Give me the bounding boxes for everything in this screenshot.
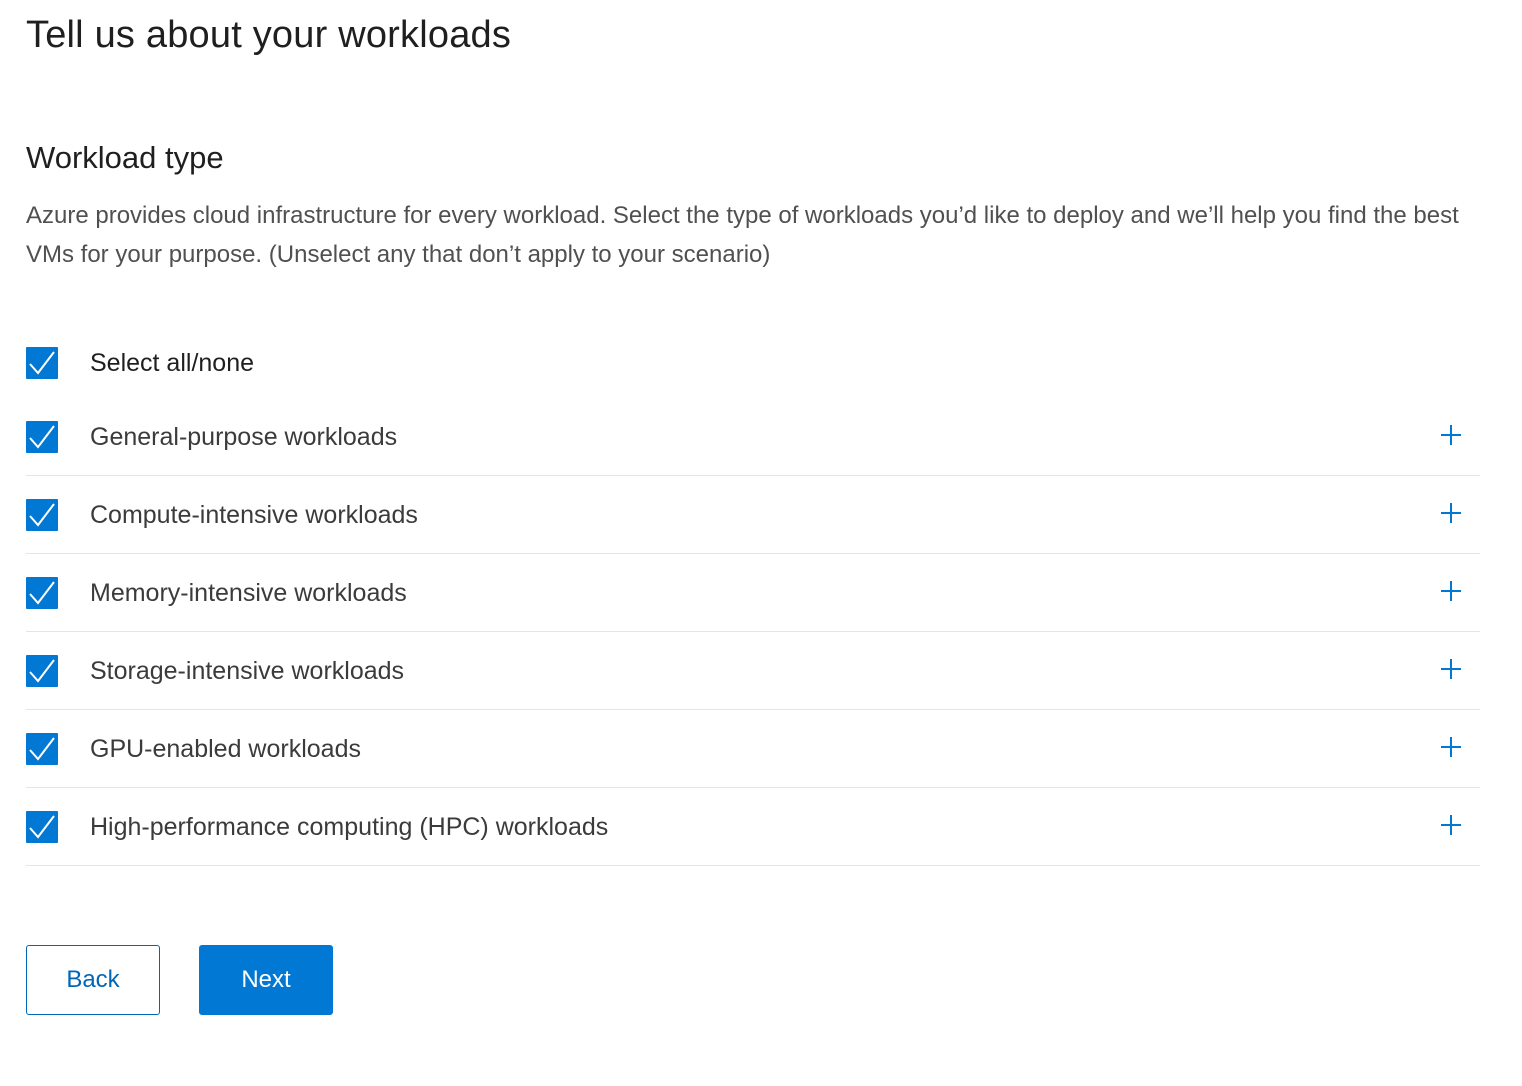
select-all-checkbox[interactable] xyxy=(26,347,58,379)
workload-checkbox-gpu-enabled[interactable] xyxy=(26,733,58,765)
section-title: Workload type xyxy=(26,140,224,175)
workload-row-storage-intensive: Storage-intensive workloads xyxy=(26,632,1480,710)
next-button[interactable]: Next xyxy=(199,945,333,1015)
workload-row-compute-intensive: Compute-intensive workloads xyxy=(26,476,1480,554)
plus-icon xyxy=(1441,659,1461,679)
expand-hpc-button[interactable] xyxy=(1436,810,1466,840)
plus-icon xyxy=(1441,737,1461,757)
plus-icon xyxy=(1441,581,1461,601)
workload-checkbox-compute-intensive[interactable] xyxy=(26,499,58,531)
checkmark-icon xyxy=(29,425,55,449)
workload-label: Memory-intensive workloads xyxy=(90,579,407,607)
checkmark-icon xyxy=(29,659,55,683)
plus-icon xyxy=(1441,503,1461,523)
workload-label: High-performance computing (HPC) workloa… xyxy=(90,813,609,841)
expand-memory-intensive-button[interactable] xyxy=(1436,576,1466,606)
expand-gpu-enabled-button[interactable] xyxy=(1436,732,1466,762)
page-title: Tell us about your workloads xyxy=(26,14,512,56)
checkmark-icon xyxy=(29,737,55,761)
checkmark-icon xyxy=(29,503,55,527)
checkmark-icon xyxy=(29,351,55,375)
workload-checkbox-storage-intensive[interactable] xyxy=(26,655,58,687)
workload-row-hpc: High-performance computing (HPC) workloa… xyxy=(26,788,1480,866)
expand-general-purpose-button[interactable] xyxy=(1436,420,1466,450)
workload-label: Storage-intensive workloads xyxy=(90,657,405,685)
workload-checkbox-memory-intensive[interactable] xyxy=(26,577,58,609)
expand-compute-intensive-button[interactable] xyxy=(1436,498,1466,528)
checkmark-icon xyxy=(29,815,55,839)
workload-list: General-purpose workloads Compute-intens… xyxy=(26,398,1480,866)
workload-row-gpu-enabled: GPU-enabled workloads xyxy=(26,710,1480,788)
workload-row-memory-intensive: Memory-intensive workloads xyxy=(26,554,1480,632)
workload-checkbox-hpc[interactable] xyxy=(26,811,58,843)
workload-label: Compute-intensive workloads xyxy=(90,501,418,529)
workload-checkbox-general-purpose[interactable] xyxy=(26,421,58,453)
plus-icon xyxy=(1441,815,1461,835)
workload-row-general-purpose: General-purpose workloads xyxy=(26,398,1480,476)
workload-label: General-purpose workloads xyxy=(90,423,398,451)
workload-label: GPU-enabled workloads xyxy=(90,735,361,763)
select-all-row[interactable]: Select all/none xyxy=(26,347,1480,383)
select-all-label: Select all/none xyxy=(90,349,255,377)
plus-icon xyxy=(1441,425,1461,445)
back-button[interactable]: Back xyxy=(26,945,160,1015)
section-description: Azure provides cloud infrastructure for … xyxy=(26,202,1459,268)
checkmark-icon xyxy=(29,581,55,605)
expand-storage-intensive-button[interactable] xyxy=(1436,654,1466,684)
